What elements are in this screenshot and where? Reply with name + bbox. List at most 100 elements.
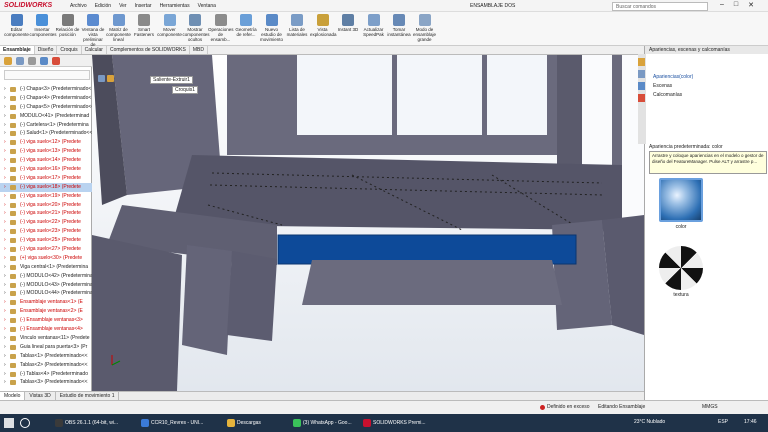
maximize-button[interactable]: □ bbox=[734, 1, 738, 9]
tree-item[interactable]: › (-) viga suelo<25> (Predete bbox=[0, 236, 92, 245]
status-units[interactable]: MMGS bbox=[702, 404, 718, 410]
command-tab-0[interactable]: Ensamblaje bbox=[0, 46, 35, 54]
tree-item[interactable]: › (-) viga suelo<27> (Predete bbox=[0, 245, 92, 254]
expand-arrow-icon[interactable]: › bbox=[4, 352, 6, 361]
expand-arrow-icon[interactable]: › bbox=[4, 192, 6, 201]
command-tab-2[interactable]: Croquis bbox=[57, 46, 82, 54]
ribbon-button-1[interactable]: Insertar componentes bbox=[30, 14, 57, 37]
appearances-item[interactable]: Apariencias(color) bbox=[653, 74, 693, 80]
tree-item[interactable]: › (-) viga suelo<23> (Predete bbox=[0, 227, 92, 236]
tree-item[interactable]: › (-) Ensamblaje ventanas<3> bbox=[0, 316, 92, 325]
view-tab-2[interactable]: Estudio de movimiento 1 bbox=[56, 392, 120, 400]
ribbon-button-11[interactable]: Lista de materiales bbox=[285, 14, 310, 37]
expand-arrow-icon[interactable]: › bbox=[4, 147, 6, 156]
property-manager-icon[interactable] bbox=[16, 57, 24, 65]
tree-item[interactable]: › (-) MODULO<44> (Predetermina bbox=[0, 289, 92, 298]
expand-arrow-icon[interactable]: › bbox=[4, 218, 6, 227]
expand-arrow-icon[interactable]: › bbox=[4, 263, 6, 272]
expand-arrow-icon[interactable]: › bbox=[4, 343, 6, 352]
expand-arrow-icon[interactable]: › bbox=[4, 174, 6, 183]
expand-arrow-icon[interactable]: › bbox=[4, 156, 6, 165]
minimize-button[interactable]: – bbox=[720, 1, 724, 9]
expand-arrow-icon[interactable]: › bbox=[4, 361, 6, 370]
expand-arrow-icon[interactable]: › bbox=[4, 129, 6, 138]
expand-arrow-icon[interactable]: › bbox=[4, 209, 6, 218]
search-commands-input[interactable]: Buscar comandos bbox=[612, 2, 708, 11]
model-view[interactable] bbox=[92, 55, 644, 391]
expand-arrow-icon[interactable]: › bbox=[4, 112, 6, 121]
command-tab-5[interactable]: MBD bbox=[190, 46, 208, 54]
taskbar-app-1[interactable]: CCR10_Revres - UNI... bbox=[138, 417, 206, 429]
ribbon-button-16[interactable]: Modo de ensamblaje grande bbox=[412, 14, 437, 42]
close-button[interactable]: ✕ bbox=[748, 1, 754, 9]
ribbon-button-6[interactable]: Mover componente bbox=[157, 14, 182, 37]
tree-item[interactable]: › (-) Cartelera<1> (Predetermina bbox=[0, 121, 92, 130]
breadcrumb-sketch[interactable]: Croquis1 bbox=[172, 86, 199, 94]
menu-item-5[interactable]: Ventana bbox=[198, 3, 216, 9]
command-tab-4[interactable]: Complementos de SOLIDWORKS bbox=[107, 46, 190, 54]
ribbon-button-0[interactable]: Editar componente bbox=[4, 14, 29, 37]
scenes-item[interactable]: Escenas bbox=[653, 83, 672, 89]
selected-beam-face[interactable] bbox=[277, 234, 577, 265]
expand-arrow-icon[interactable]: › bbox=[4, 281, 6, 290]
feature-tree-icon[interactable] bbox=[4, 57, 12, 65]
graphics-area[interactable]: Saliente-Extruir1 Croquis1 bbox=[92, 55, 644, 391]
ribbon-button-12[interactable]: Vista explosionada bbox=[310, 14, 337, 37]
expand-arrow-icon[interactable]: › bbox=[4, 227, 6, 236]
expand-arrow-icon[interactable]: › bbox=[4, 165, 6, 174]
expand-arrow-icon[interactable]: › bbox=[4, 298, 6, 307]
command-tab-1[interactable]: Diseño bbox=[35, 46, 58, 54]
tree-item[interactable]: › Tablas<1> (Predeterminado<< bbox=[0, 352, 92, 361]
expand-arrow-icon[interactable]: › bbox=[4, 85, 6, 94]
tree-item[interactable]: › (-) viga suelo<13> (Predete bbox=[0, 147, 92, 156]
tree-item[interactable]: › (-) viga suelo<19> (Predete bbox=[0, 192, 92, 201]
expand-arrow-icon[interactable]: › bbox=[4, 121, 6, 130]
expand-arrow-icon[interactable]: › bbox=[4, 325, 6, 334]
command-tab-3[interactable]: Calcular bbox=[82, 46, 107, 54]
menu-item-3[interactable]: Insertar bbox=[135, 3, 152, 9]
language-indicator[interactable]: ESP bbox=[718, 419, 728, 425]
decals-item[interactable]: Calcomanías bbox=[653, 92, 682, 98]
tree-item[interactable]: › (-) viga suelo<18> (Predete bbox=[0, 182, 92, 192]
tree-item[interactable]: › Viga central<1> (Predetermina bbox=[0, 263, 92, 272]
texture-swatch[interactable] bbox=[659, 246, 703, 290]
menu-item-0[interactable]: Archivo bbox=[70, 3, 87, 9]
ribbon-button-14[interactable]: Actualizar SpeedPak bbox=[361, 14, 386, 37]
ribbon-button-2[interactable]: Relación de posición bbox=[55, 14, 80, 37]
expand-arrow-icon[interactable]: › bbox=[4, 334, 6, 343]
ribbon-button-4[interactable]: Matriz de componente lineal bbox=[106, 14, 131, 42]
dimxpert-icon[interactable] bbox=[40, 57, 48, 65]
color-swatch[interactable] bbox=[659, 178, 703, 222]
taskbar-app-0[interactable]: OBS 26.1.1 (64-bit, wi... bbox=[52, 417, 121, 429]
tree-item[interactable]: › (-) MODULO<42> (Predetermina bbox=[0, 272, 92, 281]
configuration-manager-icon[interactable] bbox=[28, 57, 36, 65]
tree-item[interactable]: › (-) Chapa<3> (Predeterminado< bbox=[0, 85, 92, 94]
ribbon-button-13[interactable]: Instant 3D bbox=[336, 14, 361, 32]
expand-arrow-icon[interactable]: › bbox=[4, 183, 6, 192]
search-icon[interactable] bbox=[20, 418, 30, 428]
ribbon-button-9[interactable]: Geometría de refer... bbox=[234, 14, 259, 37]
appearances-tab-icon[interactable] bbox=[638, 94, 645, 102]
tree-item[interactable]: › (-) Tablas<4> (Predeterminado bbox=[0, 370, 92, 379]
tree-filter-input[interactable] bbox=[4, 70, 90, 80]
weather-widget[interactable]: 23°C Nublado bbox=[634, 419, 665, 425]
taskbar-app-4[interactable]: SOLIDWORKS Premi... bbox=[360, 417, 429, 429]
clock[interactable]: 17:46 bbox=[744, 419, 757, 425]
expand-arrow-icon[interactable]: › bbox=[4, 272, 6, 281]
expand-arrow-icon[interactable]: › bbox=[4, 307, 6, 316]
tree-item[interactable]: › (-) viga suelo<20> (Predete bbox=[0, 201, 92, 210]
ribbon-button-10[interactable]: Nuevo estudio de movimiento bbox=[259, 14, 284, 42]
tree-item[interactable]: › (-) viga suelo<17> (Predete bbox=[0, 174, 92, 183]
tree-item[interactable]: › Guia lineal para puerta<3> (Pr bbox=[0, 343, 92, 352]
menu-item-1[interactable]: Edición bbox=[95, 3, 111, 9]
tree-item[interactable]: › (-) Chapa<4> (Predeterminado< bbox=[0, 94, 92, 103]
expand-arrow-icon[interactable]: › bbox=[4, 289, 6, 298]
expand-arrow-icon[interactable]: › bbox=[4, 236, 6, 245]
assembly-icon[interactable] bbox=[98, 75, 105, 82]
expand-arrow-icon[interactable]: › bbox=[4, 94, 6, 103]
expand-arrow-icon[interactable]: › bbox=[4, 103, 6, 112]
tree-item[interactable]: › (-) viga suelo<14> (Predete bbox=[0, 156, 92, 165]
tree-item[interactable]: › (+) viga suelo<30> (Predete bbox=[0, 254, 92, 263]
tree-item[interactable]: › (-) Chapa<5> (Predeterminado<< bbox=[0, 103, 92, 112]
tree-item[interactable]: › Tablas<2> (Predeterminado<< bbox=[0, 361, 92, 370]
